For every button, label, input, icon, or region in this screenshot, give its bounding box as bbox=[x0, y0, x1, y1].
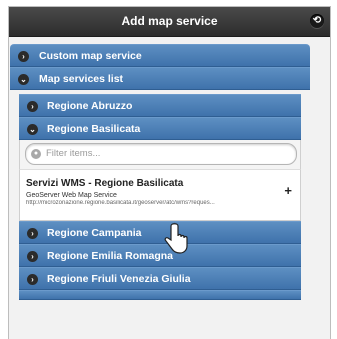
chevron-right-icon: › bbox=[18, 51, 29, 62]
region-label: Regione Emilia Romagna bbox=[47, 250, 174, 262]
region-label: Regione Campania bbox=[47, 227, 142, 239]
service-subtitle: GeoServer Web Map Service bbox=[26, 192, 117, 199]
chevron-right-icon: › bbox=[27, 228, 38, 239]
region-campania[interactable]: › Regione Campania bbox=[19, 221, 301, 244]
filter-placeholder: Filter items... bbox=[46, 148, 101, 159]
search-icon: ● bbox=[31, 149, 41, 159]
region-friuli-venezia-giulia[interactable]: › Regione Friuli Venezia Giulia bbox=[19, 267, 301, 290]
region-partial[interactable] bbox=[19, 290, 301, 300]
add-service-button[interactable]: + bbox=[284, 183, 292, 198]
region-label: Regione Friuli Venezia Giulia bbox=[47, 273, 191, 285]
service-list-item[interactable]: Servizi WMS - Regione Basilicata GeoServ… bbox=[19, 169, 301, 221]
header-bar: Add map service ⟲ bbox=[9, 7, 330, 37]
chevron-down-icon: ⌄ bbox=[27, 124, 38, 135]
chevron-right-icon: › bbox=[27, 274, 38, 285]
region-abruzzo[interactable]: › Regione Abruzzo bbox=[19, 94, 301, 117]
chevron-down-icon: ⌄ bbox=[18, 74, 29, 85]
region-basilicata[interactable]: ⌄ Regione Basilicata bbox=[19, 117, 301, 140]
chevron-right-icon: › bbox=[27, 101, 38, 112]
chevron-right-icon: › bbox=[27, 251, 38, 262]
region-label: Regione Abruzzo bbox=[47, 100, 133, 112]
hand-cursor-icon bbox=[164, 222, 188, 254]
regions-list: › Regione Abruzzo ⌄ Regione Basilicata ●… bbox=[19, 94, 301, 300]
section-label: Map services list bbox=[39, 73, 124, 85]
refresh-icon[interactable]: ⟲ bbox=[310, 14, 324, 28]
services-panel: › Custom map service ⌄ Map services list… bbox=[10, 44, 310, 300]
filter-input[interactable]: ● Filter items... bbox=[25, 143, 297, 165]
service-url: http://microzonazione.regione.basilicata… bbox=[26, 200, 215, 206]
dialog-title: Add map service bbox=[121, 14, 218, 28]
region-emilia-romagna[interactable]: › Regione Emilia Romagna bbox=[19, 244, 301, 267]
section-label: Custom map service bbox=[39, 50, 142, 62]
section-map-services-list[interactable]: ⌄ Map services list bbox=[10, 67, 310, 90]
filter-area: ● Filter items... bbox=[19, 140, 301, 169]
section-custom-map-service[interactable]: › Custom map service bbox=[10, 44, 310, 67]
service-title: Servizi WMS - Regione Basilicata bbox=[26, 178, 184, 189]
region-label: Regione Basilicata bbox=[47, 123, 141, 135]
